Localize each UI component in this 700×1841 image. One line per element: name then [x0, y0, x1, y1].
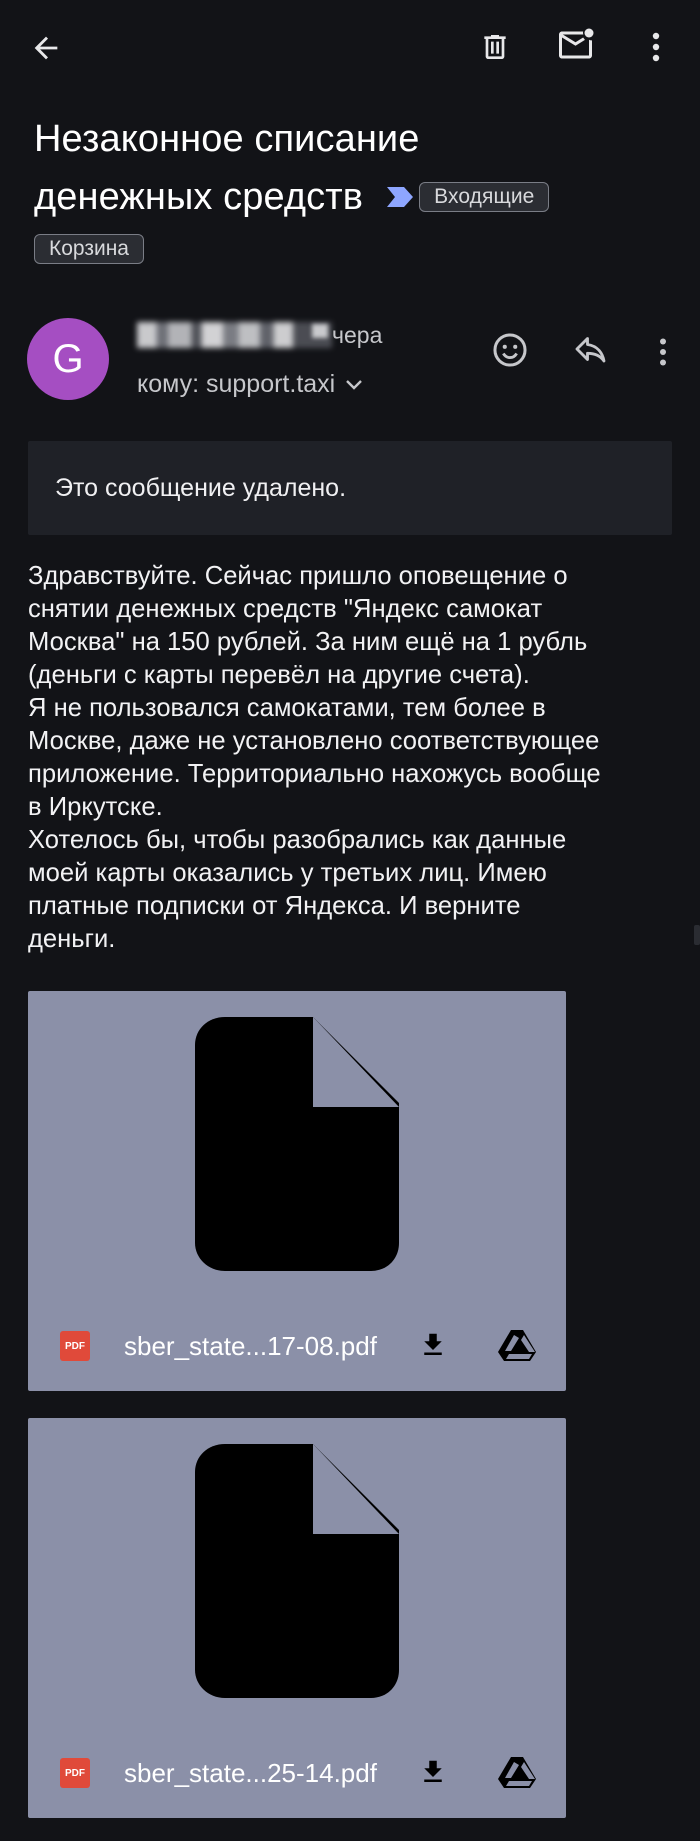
sender-name-blurred[interactable]: [137, 322, 332, 348]
recipient-text: кому: support.taxi: [137, 370, 336, 398]
pdf-icon: PDF: [60, 1331, 90, 1361]
importance-marker-icon[interactable]: [385, 185, 415, 209]
drive-icon: [498, 1757, 536, 1788]
save-to-drive-button[interactable]: [498, 1329, 536, 1361]
deleted-message-banner: Это сообщение удалено.: [28, 441, 672, 535]
add-reaction-button[interactable]: [488, 328, 532, 372]
more-vert-icon: [652, 32, 660, 62]
back-button[interactable]: [22, 24, 70, 72]
save-to-drive-button[interactable]: [498, 1756, 536, 1788]
message-body: Здравствуйте. Сейчас пришло оповещение о…: [28, 562, 601, 953]
reply-icon: [575, 337, 606, 363]
download-icon: [424, 1333, 442, 1355]
delete-button[interactable]: [470, 22, 520, 72]
mail-unread-icon: [559, 28, 594, 59]
attachment-card[interactable]: PDF sber_state...17-08.pdf: [28, 991, 566, 1391]
label-chip-trash[interactable]: Корзина: [34, 234, 144, 264]
drive-icon: [498, 1330, 536, 1361]
pdf-icon: PDF: [60, 1758, 90, 1788]
download-button[interactable]: [418, 1329, 448, 1361]
label-chip-inbox[interactable]: Входящие: [419, 182, 550, 212]
document-icon: [195, 1444, 399, 1698]
message-date: чера: [332, 322, 383, 348]
reply-button[interactable]: [570, 330, 614, 374]
email-subject: Незаконное списание денежных средств Вхо…: [34, 110, 594, 226]
document-icon: [195, 1017, 399, 1271]
attachment-filename: sber_state...25-14.pdf: [124, 1758, 377, 1788]
download-button[interactable]: [418, 1756, 448, 1788]
more-options-button[interactable]: [636, 22, 676, 72]
attachment-card[interactable]: PDF sber_state...25-14.pdf: [28, 1418, 566, 1818]
subject-line-1: Незаконное списание: [34, 118, 420, 160]
emoji-icon: [493, 333, 527, 367]
attachment-filename: sber_state...17-08.pdf: [124, 1331, 377, 1361]
message-more-button[interactable]: [648, 330, 678, 374]
attachment-footer: PDF sber_state...17-08.pdf: [28, 1321, 566, 1371]
recipient-details-toggle[interactable]: кому: support.taxi: [137, 370, 363, 399]
sender-name-blurred-tail: [312, 324, 328, 338]
mark-unread-button[interactable]: [550, 20, 604, 70]
arrow-back-icon: [34, 36, 58, 60]
chevron-down-icon: [346, 379, 363, 390]
scrollbar-indicator[interactable]: [694, 925, 700, 945]
sender-avatar[interactable]: G: [27, 318, 109, 400]
avatar-letter: G: [52, 336, 84, 381]
download-icon: [424, 1760, 442, 1782]
deleted-notice-text: Это сообщение удалено.: [55, 473, 347, 502]
subject-line-2: денежных средств: [34, 176, 364, 218]
attachment-footer: PDF sber_state...25-14.pdf: [28, 1748, 566, 1798]
trash-icon: [484, 35, 506, 59]
more-vert-icon: [660, 338, 666, 366]
